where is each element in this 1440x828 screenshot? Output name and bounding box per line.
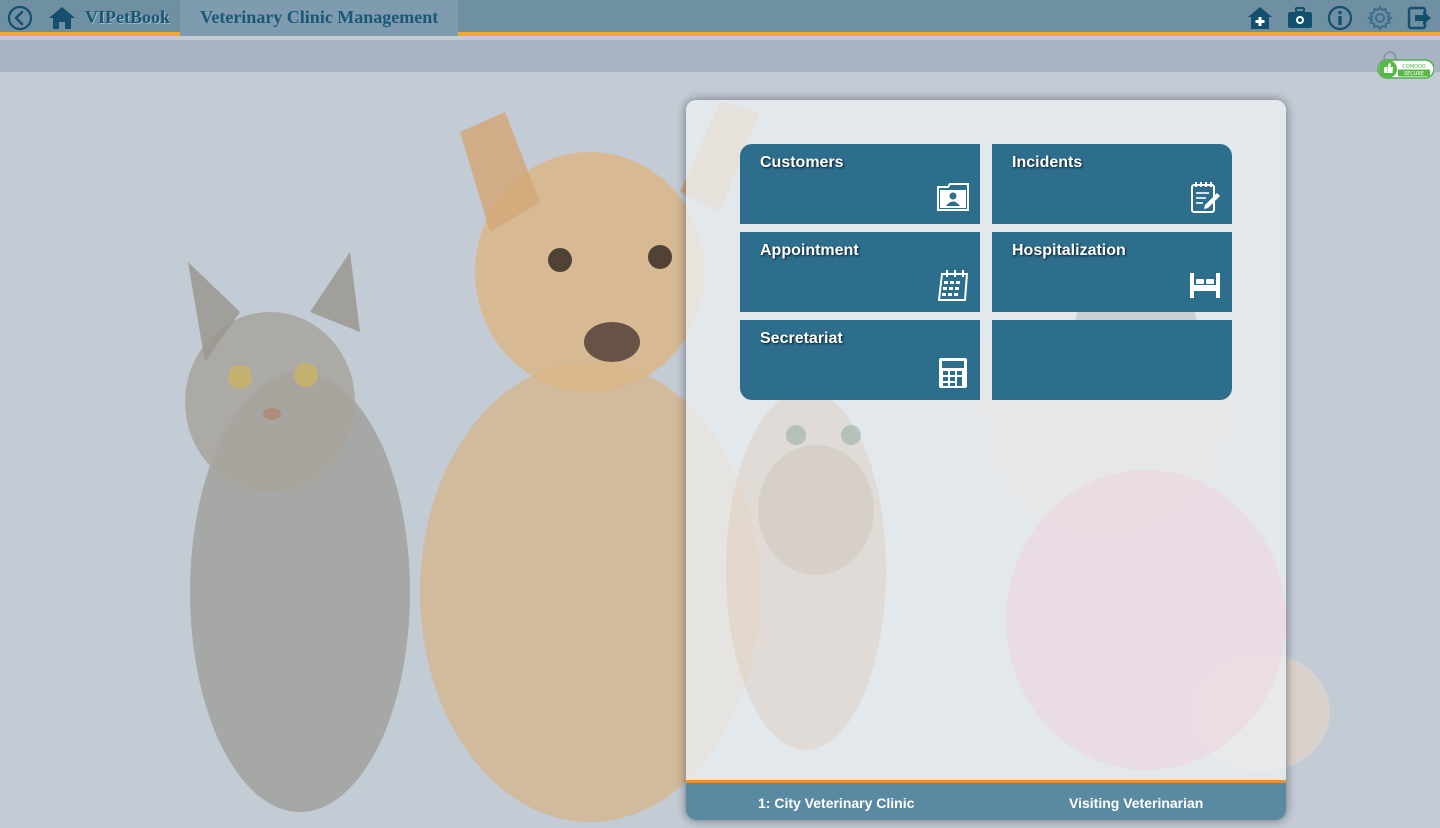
tile-appointment[interactable]: Appointment [740, 232, 980, 312]
tile-label: Hospitalization [1012, 242, 1126, 259]
logout-button[interactable] [1406, 4, 1434, 32]
tile-customers[interactable]: Customers [740, 144, 980, 224]
svg-text:COMODO: COMODO [1402, 64, 1426, 70]
svg-text:SECURE: SECURE [1404, 71, 1424, 77]
calendar-icon [936, 268, 970, 302]
toolbox-icon [1288, 7, 1312, 28]
bed-icon [1188, 268, 1222, 302]
back-button[interactable] [6, 4, 34, 32]
tile-label: Incidents [1012, 154, 1083, 171]
info-icon [1327, 5, 1353, 31]
back-icon [7, 5, 33, 31]
tile-hospitalization[interactable]: Hospitalization [992, 232, 1232, 312]
calculator-icon [936, 356, 970, 390]
tile-empty [992, 320, 1232, 400]
comodo-secure-badge[interactable]: COMODO SECURE [1376, 48, 1434, 82]
add-home-icon [1248, 7, 1272, 29]
clinic-name[interactable]: 1: City Veterinary Clinic [758, 795, 914, 811]
home-button[interactable] [46, 3, 78, 33]
panel-footer: 1: City Veterinary Clinic Visiting Veter… [686, 780, 1286, 820]
user-role[interactable]: Visiting Veterinarian [1069, 795, 1203, 811]
home-icon [49, 7, 75, 29]
tile-secretariat[interactable]: Secretariat [740, 320, 980, 400]
add-home-button[interactable] [1246, 4, 1274, 32]
gear-icon [1367, 5, 1393, 31]
tile-label: Appointment [760, 242, 859, 259]
logout-icon [1407, 6, 1431, 30]
tile-label: Customers [760, 154, 844, 171]
module-panel: Customers Incidents Appointment Hospital… [686, 100, 1286, 820]
sub-bar [0, 40, 1440, 72]
info-button[interactable] [1326, 4, 1354, 32]
app-name[interactable]: VIPetBook [85, 7, 170, 28]
tile-label: Secretariat [760, 330, 843, 347]
notepad-edit-icon [1188, 180, 1222, 214]
top-bar: VIPetBook Veterinary Clinic Management [0, 0, 1440, 36]
toolbox-button[interactable] [1286, 4, 1314, 32]
contact-folder-icon [936, 180, 970, 214]
tile-incidents[interactable]: Incidents [992, 144, 1232, 224]
page-title: Veterinary Clinic Management [200, 7, 439, 27]
settings-button[interactable] [1366, 4, 1394, 32]
